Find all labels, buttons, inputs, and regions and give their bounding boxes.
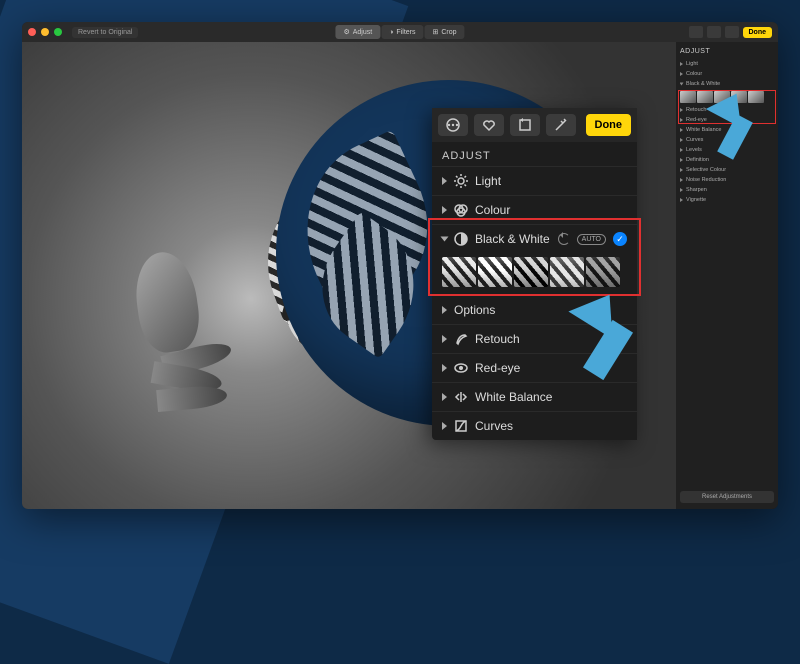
disclosure-icon (442, 306, 447, 314)
mode-tabs: ⚙ Adjust ◑Filters ⊞Crop (335, 25, 464, 39)
sidebar-item-colour[interactable]: Colour (680, 69, 774, 79)
window-controls (28, 28, 62, 36)
tab-adjust-label: Adjust (353, 29, 372, 36)
zoom-panel-toolbar: Done (432, 108, 637, 142)
fullscreen-window-button[interactable] (54, 28, 62, 36)
row-black-white[interactable]: Black & White AUTO ✓ (432, 224, 637, 253)
sidebar-item-selective-colour[interactable]: Selective Colour (680, 165, 774, 175)
sidebar-item-sharpen[interactable]: Sharpen (680, 185, 774, 195)
disclosure-icon (680, 198, 683, 202)
row-colour[interactable]: Colour (432, 195, 637, 224)
disclosure-icon (680, 138, 683, 142)
disclosure-icon (442, 335, 447, 343)
sidebar-item-label: Noise Reduction (686, 177, 726, 183)
disclosure-icon (680, 188, 683, 192)
annotation-arrow-zoom (568, 296, 658, 386)
bw-preset-3[interactable] (514, 257, 548, 287)
row-white-balance[interactable]: White Balance (432, 382, 637, 411)
disclosure-icon (680, 62, 683, 66)
sidebar-item-black-white[interactable]: Black & White (680, 79, 774, 89)
sidebar-item-noise-reduction[interactable]: Noise Reduction (680, 175, 774, 185)
sidebar-item-light[interactable]: Light (680, 59, 774, 69)
bw-preset-2[interactable] (478, 257, 512, 287)
disclosure-icon (680, 168, 683, 172)
reset-adjustments-button[interactable]: Reset Adjustments (680, 491, 774, 503)
tab-filters[interactable]: ◑Filters (381, 25, 423, 39)
wand-icon (553, 117, 569, 133)
white-balance-icon (454, 390, 468, 404)
sidebar-item-label: Sharpen (686, 187, 707, 193)
disclosure-icon (442, 364, 447, 372)
crop-icon: ⊞ (432, 28, 438, 36)
row-label: Colour (475, 203, 627, 217)
zoom-butterfly (290, 150, 450, 350)
enabled-checkmark[interactable]: ✓ (613, 232, 627, 246)
sidebar-item-label: Selective Colour (686, 167, 726, 173)
tab-adjust[interactable]: ⚙ Adjust (335, 25, 380, 39)
zoom-panel-title: ADJUST (432, 142, 637, 166)
disclosure-icon (680, 178, 683, 182)
close-window-button[interactable] (28, 28, 36, 36)
bw-preset-1[interactable] (442, 257, 476, 287)
sidebar-title: ADJUST (680, 48, 774, 55)
colour-icon (454, 203, 468, 217)
annotation-arrow-sidebar (704, 96, 774, 166)
done-button[interactable]: Done (743, 27, 773, 38)
disclosure-icon (442, 206, 447, 214)
disclosure-icon (680, 158, 683, 162)
row-curves[interactable]: Curves (432, 411, 637, 440)
sidebar-item-label: Colour (686, 71, 702, 77)
tab-crop[interactable]: ⊞Crop (424, 25, 464, 39)
zoom-adjust-panel: Done ADJUST Light Colour Black & White A… (432, 108, 637, 440)
sliders-icon: ⚙ (343, 28, 349, 36)
rotate-icon (517, 117, 533, 133)
titlebar: Revert to Original ⚙ Adjust ◑Filters ⊞Cro… (22, 22, 778, 42)
curves-icon (454, 419, 468, 433)
revert-to-original-button[interactable]: Revert to Original (72, 27, 138, 38)
heart-icon (481, 117, 497, 133)
bw-preset-4[interactable] (550, 257, 584, 287)
minimize-window-button[interactable] (41, 28, 49, 36)
disclosure-icon (442, 177, 447, 185)
toolbar-tool-3[interactable] (725, 26, 739, 38)
row-label: Light (475, 174, 627, 188)
sidebar-item-label: Levels (686, 147, 702, 153)
light-icon (454, 174, 468, 188)
photo-subject-plant (112, 252, 222, 432)
row-label: Black & White (475, 232, 551, 246)
disclosure-icon (442, 422, 447, 430)
disclosure-icon (680, 128, 683, 132)
row-label: Curves (475, 419, 627, 433)
disclosure-icon (680, 72, 683, 76)
tab-filters-label: Filters (396, 29, 415, 36)
disclosure-icon (680, 83, 684, 86)
disclosure-icon (441, 237, 449, 242)
disclosure-icon (442, 393, 447, 401)
toolbar-tool-2[interactable] (707, 26, 721, 38)
tab-crop-label: Crop (441, 29, 456, 36)
auto-enhance-button[interactable] (546, 114, 576, 136)
favorite-button[interactable] (474, 114, 504, 136)
retouch-icon (454, 332, 468, 346)
sidebar-item-vignette[interactable]: Vignette (680, 195, 774, 205)
undo-icon[interactable] (558, 233, 570, 245)
more-button[interactable] (438, 114, 468, 136)
black-white-icon (454, 232, 468, 246)
row-light[interactable]: Light (432, 166, 637, 195)
redeye-icon (454, 361, 468, 375)
zoom-done-button[interactable]: Done (586, 114, 632, 136)
sidebar-item-label: Light (686, 61, 698, 67)
bw-preset-strip (432, 253, 637, 295)
disclosure-icon (680, 148, 683, 152)
sidebar-item-label: Black & White (686, 81, 720, 87)
toolbar-tool-1[interactable] (689, 26, 703, 38)
sidebar-item-label: Vignette (686, 197, 706, 203)
auto-badge[interactable]: AUTO (577, 234, 606, 245)
sidebar-item-label: Curves (686, 137, 703, 143)
ellipsis-icon (445, 117, 461, 133)
row-label: White Balance (475, 390, 627, 404)
rotate-button[interactable] (510, 114, 540, 136)
filters-icon: ◑ (389, 29, 393, 36)
